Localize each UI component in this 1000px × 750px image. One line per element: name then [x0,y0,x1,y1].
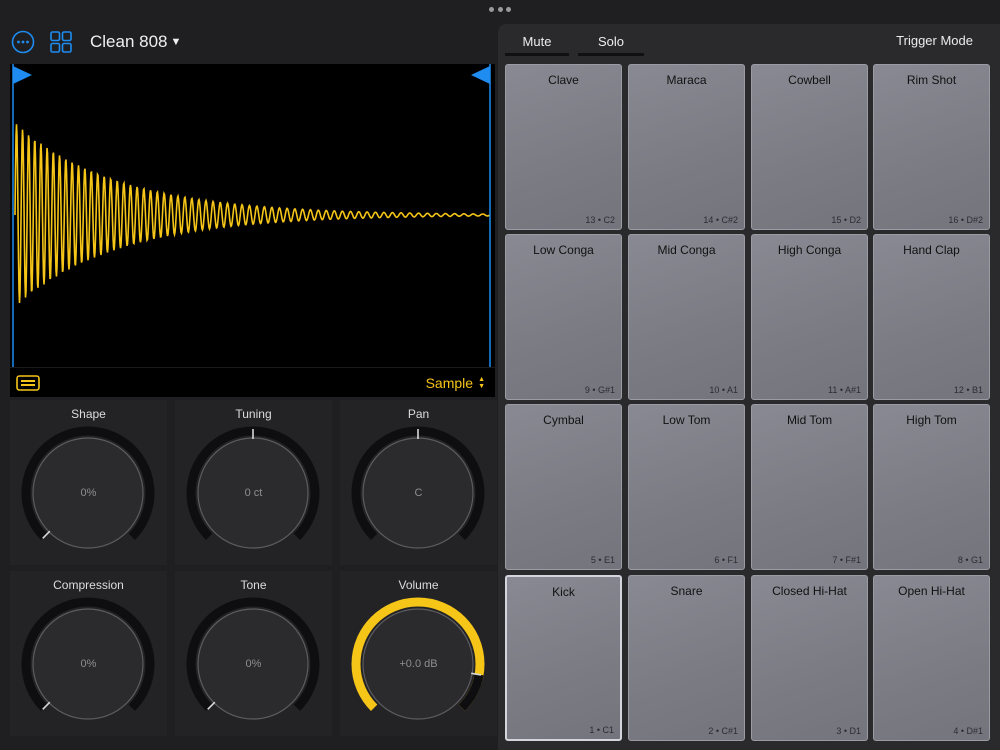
kit-selector[interactable]: Clean 808 ▼ [90,32,181,52]
sample-options-icon[interactable] [16,374,40,391]
drum-pad-cymbal[interactable]: Cymbal 5 • E1 [505,404,622,570]
pad-name: Kick [552,585,575,599]
knob-label: Tuning [235,407,272,421]
kit-browser-button[interactable] [48,29,74,55]
pad-name: Mid Conga [657,243,716,257]
knob-tone[interactable]: Tone 0% [175,571,332,736]
drum-pad-low-conga[interactable]: Low Conga 9 • G#1 [505,234,622,400]
pad-note: 9 • G#1 [584,385,615,395]
pad-name: Hand Clap [903,243,960,257]
end-marker-handle[interactable] [471,66,490,84]
drum-pad-rim-shot[interactable]: Rim Shot 16 • D#2 [873,64,990,230]
knob-shape[interactable]: Shape 0% [10,400,167,565]
knob-pan[interactable]: Pan C [340,400,497,565]
kit-name: Clean 808 [90,32,168,51]
trigger-mode-button[interactable]: Trigger Mode [896,33,973,48]
drum-pad-snare[interactable]: Snare 2 • C#1 [628,575,745,741]
pad-name: Maraca [666,73,707,87]
pad-note: 10 • A1 [709,385,738,395]
pad-note: 1 • C1 [589,725,614,735]
pad-note: 16 • D#2 [948,215,983,225]
waveform-display[interactable] [10,64,495,367]
knob-label: Pan [407,407,430,421]
drum-pad-mid-tom[interactable]: Mid Tom 7 • F#1 [751,404,868,570]
top-bar: Clean 808 ▼ [10,28,181,56]
pad-note: 15 • D2 [831,215,861,225]
pad-note: 3 • D1 [836,726,861,736]
pad-note: 14 • C#2 [703,215,738,225]
pad-note: 13 • C2 [585,215,615,225]
more-icon [11,30,35,54]
waveform-line [14,124,491,304]
pad-note: 12 • B1 [953,385,983,395]
pad-name: Closed Hi-Hat [772,584,847,598]
pad-name: Cowbell [788,73,831,87]
knob-volume[interactable]: Volume +0.0 dB [340,571,497,736]
pad-name: Mid Tom [786,413,833,427]
drum-pad-maraca[interactable]: Maraca 14 • C#2 [628,64,745,230]
drum-pad-high-tom[interactable]: High Tom 8 • G1 [873,404,990,570]
more-options-button[interactable] [10,29,36,55]
drum-pad-panel: Mute Solo Trigger Mode Clave 13 • C2 Marac… [498,24,1000,750]
knob-compression[interactable]: Compression 0% [10,571,167,736]
drum-pad-clave[interactable]: Clave 13 • C2 [505,64,622,230]
pad-name: Open Hi-Hat [898,584,965,598]
knob-value: +0.0 dB [399,658,438,670]
pad-note: 8 • G1 [957,555,983,565]
pad-name: High Tom [906,413,957,427]
pad-note: 7 • F#1 [832,555,861,565]
pad-note: 5 • E1 [590,555,615,565]
pad-note: 4 • D#1 [953,726,983,736]
knob-label: Compression [53,578,124,592]
grabber-dot [489,6,494,12]
pad-note: 6 • F1 [714,555,738,565]
knob-value: 0% [80,658,97,670]
waveform-editor[interactable]: Sample ▲ ▼ [10,64,495,397]
drum-pad-hand-clap[interactable]: Hand Clap 12 • B1 [873,234,990,400]
pad-name: Clave [548,73,579,87]
drum-pad-kick[interactable]: Kick 1 • C1 [505,575,622,741]
drum-pad-low-tom[interactable]: Low Tom 6 • F1 [628,404,745,570]
knob-label: Shape [71,407,106,421]
window-grabber[interactable] [489,6,511,12]
mute-tab[interactable]: Mute [505,30,569,56]
up-down-chevron-icon: ▲ ▼ [478,375,485,390]
pad-note: 2 • C#1 [708,726,738,736]
start-marker-handle[interactable] [13,66,32,84]
pad-note: 11 • A#1 [827,385,861,395]
chevron-down-icon: ▼ [170,36,182,48]
grabber-dot [497,6,503,12]
pad-name: Low Tom [662,413,711,427]
drum-pad-high-conga[interactable]: High Conga 11 • A#1 [751,234,868,400]
knob-value: 0% [245,658,262,670]
sample-mode-label: Sample [425,374,474,391]
pad-name: Cymbal [543,413,584,427]
knob-tuning[interactable]: Tuning 0 ct [175,400,332,565]
knob-value: 0% [80,487,97,499]
grabber-dot [506,6,511,12]
pad-name: Low Conga [533,243,594,257]
knob-value: C [414,487,423,499]
pad-name: Snare [670,584,703,598]
knob-value: 0 ct [244,487,263,499]
solo-tab[interactable]: Solo [578,30,644,56]
pad-name: Rim Shot [906,73,957,87]
drum-pad-mid-conga[interactable]: Mid Conga 10 • A1 [628,234,745,400]
knob-label: Volume [398,578,439,592]
waveform-footer: Sample ▲ ▼ [10,367,495,397]
sample-mode-selector[interactable]: Sample ▲ ▼ [426,375,485,391]
drum-pad-closed-hi-hat[interactable]: Closed Hi-Hat 3 • D1 [751,575,868,741]
grid-icon [50,31,72,53]
knob-section: Shape 0% Tuning 0 ct Pan C Compression 0% Tone 0%… [10,400,498,740]
knob-label: Tone [240,578,267,592]
drum-pad-open-hi-hat[interactable]: Open Hi-Hat 4 • D#1 [873,575,990,741]
drum-pad-cowbell[interactable]: Cowbell 15 • D2 [751,64,868,230]
pad-name: High Conga [777,243,842,257]
